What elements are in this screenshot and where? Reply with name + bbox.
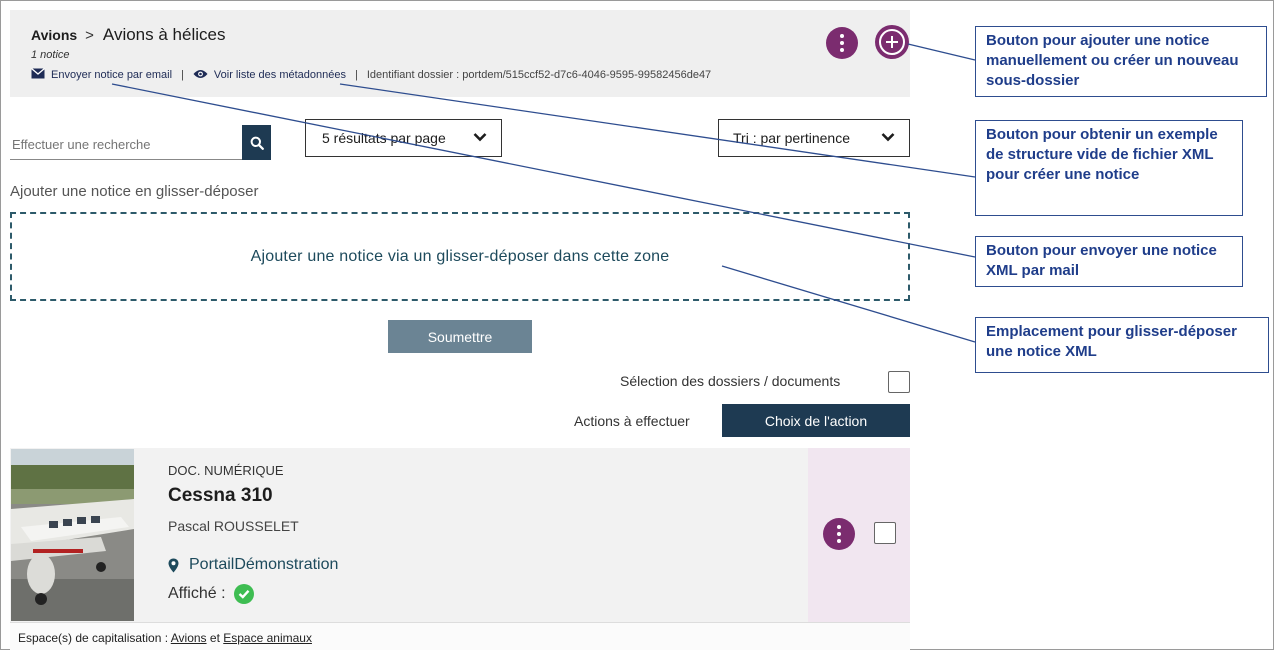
callout-connector-lines bbox=[111, 43, 976, 343]
